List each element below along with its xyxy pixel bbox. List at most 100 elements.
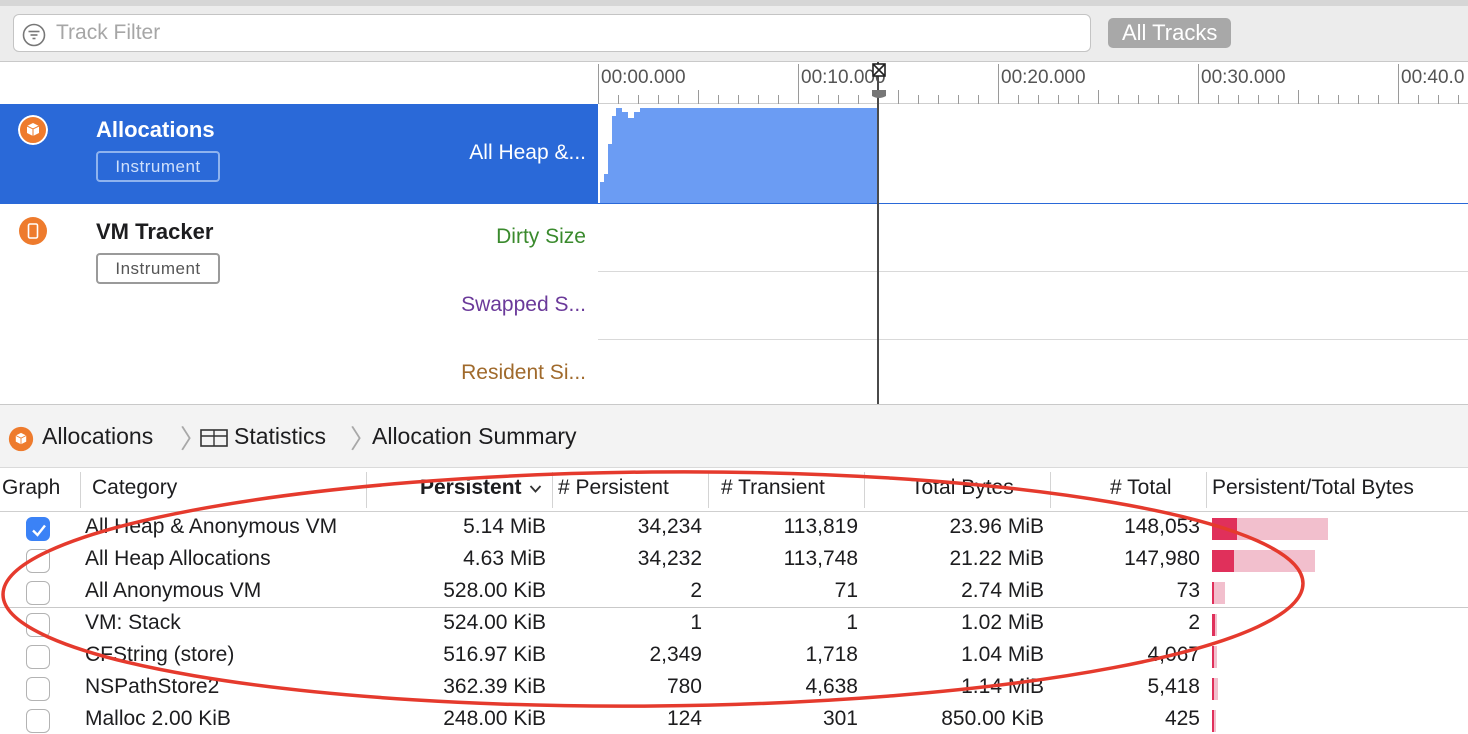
breadcrumb-view[interactable]: Statistics [234, 423, 326, 450]
cell-n-total: 425 [1164, 707, 1200, 730]
breadcrumb: Allocations 〉 Statistics 〉 Allocation Su… [0, 404, 1468, 468]
allocations-graph-fill [600, 108, 878, 204]
track-vm-tracker[interactable]: VM Tracker Instrument Dirty Size Swapped… [0, 204, 598, 404]
graph-checkbox[interactable] [26, 677, 50, 701]
cell-category: All Heap Allocations [85, 547, 271, 570]
instruments-window: All Tracks 00:00.000 00:10.000 00:20.000… [0, 0, 1468, 734]
table-header: Graph Category Persistent # Persistent #… [0, 468, 1468, 512]
playhead-handle[interactable] [870, 62, 888, 100]
lane-label-all-heap: All Heap &... [469, 141, 586, 164]
lane-label-swapped-size: Swapped S... [461, 293, 586, 316]
breadcrumb-detail[interactable]: Allocation Summary [372, 423, 577, 450]
table-row[interactable]: VM: Stack 524.00 KiB 1 1 1.02 MiB 2 [0, 608, 1468, 640]
ruler-label: 00:20.000 [1001, 67, 1086, 88]
cell-n-transient: 4,638 [805, 675, 858, 698]
cell-category: All Anonymous VM [85, 579, 262, 602]
column-header-n-persistent[interactable]: # Persistent [558, 476, 669, 500]
column-header-persistent[interactable]: Persistent [420, 476, 522, 500]
column-divider[interactable] [864, 472, 865, 508]
track-allocations[interactable]: Allocations Instrument All Heap &... [0, 104, 598, 204]
instrument-badge: Instrument [96, 253, 220, 284]
cell-total-bytes: 21.22 MiB [949, 547, 1044, 570]
table-icon [200, 429, 228, 447]
ruler-label: 00:40.0 [1401, 67, 1465, 88]
track-graph-area[interactable] [598, 104, 1468, 404]
cell-category: VM: Stack [85, 611, 181, 634]
cell-n-transient: 301 [822, 707, 858, 730]
filter-icon [22, 23, 46, 47]
cell-total-bytes: 1.14 MiB [961, 675, 1044, 698]
cell-n-total: 5,418 [1147, 675, 1200, 698]
column-divider[interactable] [708, 472, 709, 508]
persistent-bytes-bar [1212, 646, 1214, 668]
column-divider[interactable] [552, 472, 553, 508]
group-divider [0, 607, 1468, 608]
graph-checkbox[interactable] [26, 517, 50, 541]
track-filter-input[interactable] [56, 15, 1076, 51]
cell-n-total: 4,067 [1147, 643, 1200, 666]
allocations-graph [598, 104, 1468, 204]
cell-persistent: 516.97 KiB [443, 643, 546, 666]
lane-separator [598, 271, 1468, 272]
track-filter-bar: All Tracks [0, 0, 1468, 62]
graph-checkbox[interactable] [26, 613, 50, 637]
ruler-label: 00:00.000 [601, 67, 686, 88]
allocations-instrument-icon [8, 426, 34, 452]
lane-label-resident-size: Resident Si... [461, 361, 586, 384]
cell-n-persistent: 34,234 [637, 515, 702, 538]
graph-checkbox[interactable] [26, 581, 50, 605]
column-divider[interactable] [1206, 472, 1207, 508]
persistent-bytes-bar [1212, 550, 1234, 572]
table-row[interactable]: All Anonymous VM 528.00 KiB 2 71 2.74 MiB 73 [0, 576, 1468, 608]
column-divider[interactable] [1050, 472, 1051, 508]
cell-n-transient: 71 [834, 579, 858, 602]
cell-n-transient: 1,718 [805, 643, 858, 666]
cell-persistent: 248.00 KiB [443, 707, 546, 730]
cell-total-bytes: 1.02 MiB [961, 611, 1044, 634]
column-header-n-total[interactable]: # Total [1110, 476, 1172, 500]
cell-persistent: 524.00 KiB [443, 611, 546, 634]
cell-n-persistent: 2 [690, 579, 702, 602]
table-row[interactable]: NSPathStore2 362.39 KiB 780 4,638 1.14 MiB 5,… [0, 672, 1468, 704]
cell-total-bytes: 1.04 MiB [961, 643, 1044, 666]
column-header-total-bytes[interactable]: Total Bytes [911, 476, 1014, 500]
persistent-bytes-bar [1212, 614, 1215, 636]
column-header-graph[interactable]: Graph [2, 476, 60, 500]
column-header-category[interactable]: Category [92, 476, 177, 500]
track-list: Allocations Instrument All Heap &... VM … [0, 104, 598, 404]
cell-n-total: 73 [1176, 579, 1200, 602]
table-row[interactable]: All Heap Allocations 4.63 MiB 34,232 113,74… [0, 544, 1468, 576]
timeline-ruler[interactable]: 00:00.000 00:10.000 00:20.000 00:30.000 … [598, 62, 1468, 104]
column-divider[interactable] [366, 472, 367, 508]
table-row[interactable]: CFString (store) 516.97 KiB 2,349 1,718 1.04… [0, 640, 1468, 672]
track-title: VM Tracker [96, 219, 214, 244]
sort-descending-icon[interactable] [529, 484, 542, 494]
graph-checkbox[interactable] [26, 709, 50, 733]
persistent-bytes-bar [1212, 678, 1214, 700]
cell-persistent: 4.63 MiB [463, 547, 546, 570]
allocations-graph-fill [640, 104, 878, 108]
cell-category: Malloc 2.00 KiB [85, 707, 231, 730]
track-filter-field[interactable] [13, 14, 1091, 52]
cell-persistent: 5.14 MiB [463, 515, 546, 538]
breadcrumb-instrument[interactable]: Allocations [42, 423, 153, 450]
column-divider[interactable] [80, 472, 81, 508]
lane-label-dirty-size: Dirty Size [496, 225, 586, 248]
graph-checkbox[interactable] [26, 645, 50, 669]
table-row[interactable]: All Heap & Anonymous VM 5.14 MiB 34,234 113… [0, 512, 1468, 544]
cell-persistent: 528.00 KiB [443, 579, 546, 602]
graph-checkbox[interactable] [26, 549, 50, 573]
checkmark-icon [32, 524, 46, 537]
ruler-label: 00:30.000 [1201, 67, 1286, 88]
cell-n-persistent: 1 [690, 611, 702, 634]
cell-n-transient: 1 [846, 611, 858, 634]
cell-category: CFString (store) [85, 643, 235, 666]
instrument-badge: Instrument [96, 151, 220, 182]
column-header-n-transient[interactable]: # Transient [721, 476, 825, 500]
column-header-persistent-total-bytes[interactable]: Persistent/Total Bytes [1212, 476, 1414, 500]
cell-n-persistent: 2,349 [649, 643, 702, 666]
all-tracks-button[interactable]: All Tracks [1108, 18, 1232, 48]
persistent-bytes-bar [1212, 582, 1214, 604]
table-row[interactable]: Malloc 2.00 KiB 248.00 KiB 124 301 850.00 Ki… [0, 704, 1468, 734]
cell-n-transient: 113,819 [783, 515, 858, 538]
